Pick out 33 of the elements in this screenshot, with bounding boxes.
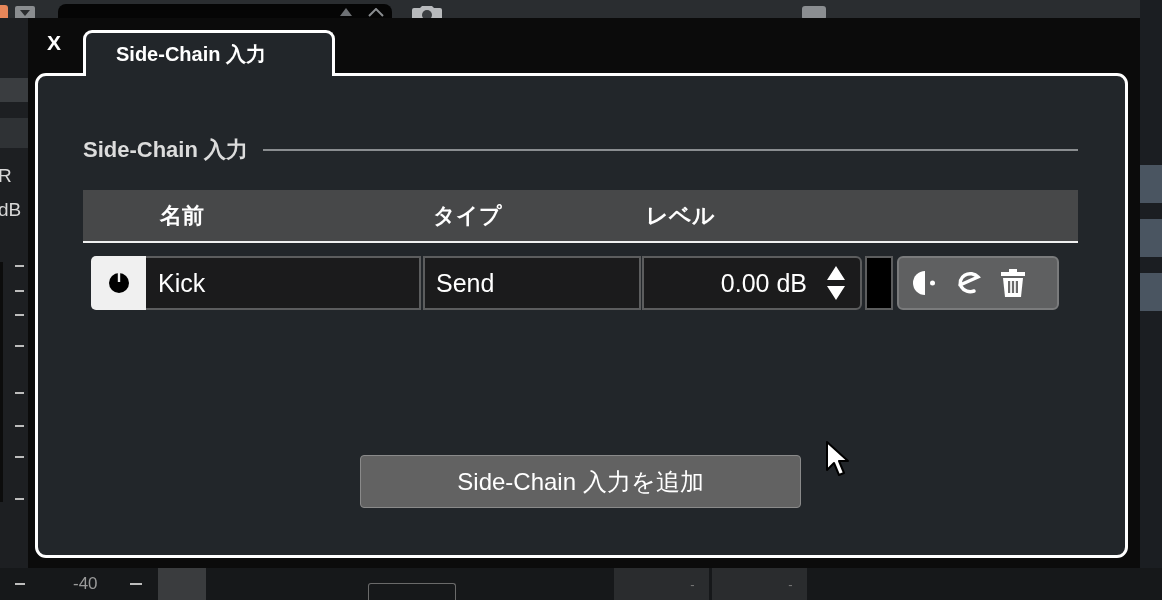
caret-up-icon[interactable] xyxy=(368,7,384,17)
name-field[interactable]: Kick xyxy=(146,256,421,310)
small-button[interactable] xyxy=(367,583,456,600)
mouse-pointer-icon xyxy=(825,440,849,478)
panel-strip xyxy=(0,118,28,148)
tab[interactable]: Side-Chain 入力 xyxy=(83,30,335,76)
power-icon xyxy=(108,273,129,293)
trash-icon[interactable] xyxy=(1001,269,1025,297)
half-circle-dot-icon[interactable] xyxy=(913,271,935,295)
spinner-arrows-icon[interactable] xyxy=(827,266,845,300)
scale-label: -40 xyxy=(73,574,98,594)
fader-strip xyxy=(157,568,206,600)
type-field[interactable]: Send xyxy=(423,256,641,310)
panel-strip xyxy=(0,78,28,102)
close-button[interactable]: X xyxy=(44,30,64,56)
column-header: レベル xyxy=(645,201,716,230)
panel-strip xyxy=(1140,219,1162,257)
meter-label: R xyxy=(0,164,13,188)
power-button[interactable] xyxy=(91,256,146,310)
triangle-up-icon[interactable] xyxy=(340,8,352,16)
scale-tick xyxy=(15,583,25,585)
add-input-button[interactable]: Side-Chain 入力を追加 xyxy=(360,455,801,508)
section-title: Side-Chain 入力 xyxy=(83,136,248,164)
color-swatch[interactable] xyxy=(865,256,893,310)
level-field[interactable]: 0.00 dB xyxy=(642,256,862,310)
readout-field: - xyxy=(613,568,709,600)
scale-tick xyxy=(129,583,142,585)
panel-strip xyxy=(1140,273,1162,311)
panel-strip xyxy=(1140,165,1162,203)
column-header: タイプ xyxy=(432,201,503,230)
column-header: 名前 xyxy=(159,201,205,230)
level-value: 0.00 dB xyxy=(720,268,807,298)
readout-field: - xyxy=(711,568,807,600)
